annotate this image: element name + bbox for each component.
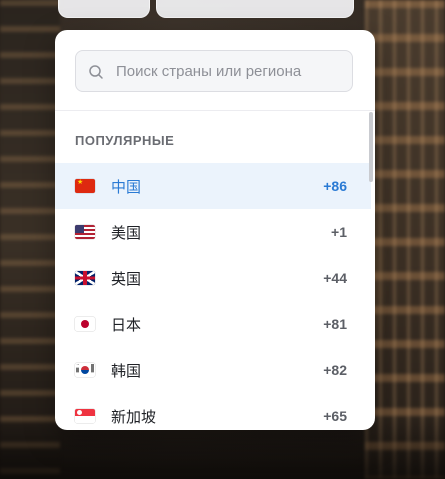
- dial-code: +81: [323, 316, 347, 332]
- list-scrollbar[interactable]: [369, 112, 373, 182]
- search-input[interactable]: [116, 51, 346, 91]
- country-row-kr[interactable]: 韩国 +82: [55, 347, 371, 393]
- country-row-us[interactable]: 美国 +1: [55, 209, 371, 255]
- china-flag-icon: [75, 179, 95, 193]
- dial-code: +82: [323, 362, 347, 378]
- search-icon: [89, 65, 103, 79]
- country-name: 新加坡: [111, 407, 157, 426]
- country-row-gb[interactable]: 英国 +44: [55, 255, 371, 301]
- country-name: 日本: [111, 315, 142, 334]
- dial-code: +1: [331, 224, 347, 240]
- country-code-selector[interactable]: [58, 0, 150, 18]
- section-title: ПОПУЛЯРНЫЕ: [75, 133, 175, 148]
- korea-flag-icon: [75, 363, 95, 377]
- country-name: 美国: [111, 223, 142, 242]
- dial-code: +65: [323, 408, 347, 424]
- country-row-jp[interactable]: 日本 +81: [55, 301, 371, 347]
- country-name: 韩国: [111, 361, 142, 380]
- search-section: [55, 30, 375, 111]
- phone-number-field[interactable]: [156, 0, 354, 18]
- japan-flag-icon: [75, 317, 95, 331]
- country-row-cn[interactable]: 中国 +86: [55, 163, 371, 209]
- building-left: [0, 0, 60, 479]
- country-picker-dropdown: ПОПУЛЯРНЫЕ 中国 +86 美国 +1 英国 +44 日本 +81 韩国…: [55, 30, 375, 430]
- country-name: 中国: [111, 177, 142, 196]
- country-list: ПОПУЛЯРНЫЕ 中国 +86 美国 +1 英国 +44 日本 +81 韩国…: [55, 111, 371, 430]
- country-name: 英国: [111, 269, 142, 288]
- singapore-flag-icon: [75, 409, 95, 423]
- search-box[interactable]: [75, 50, 353, 92]
- uk-flag-icon: [75, 271, 95, 285]
- dial-code: +44: [323, 270, 347, 286]
- country-row-sg[interactable]: 新加坡 +65: [55, 393, 371, 430]
- dial-code: +86: [323, 178, 347, 194]
- usa-flag-icon: [75, 225, 95, 239]
